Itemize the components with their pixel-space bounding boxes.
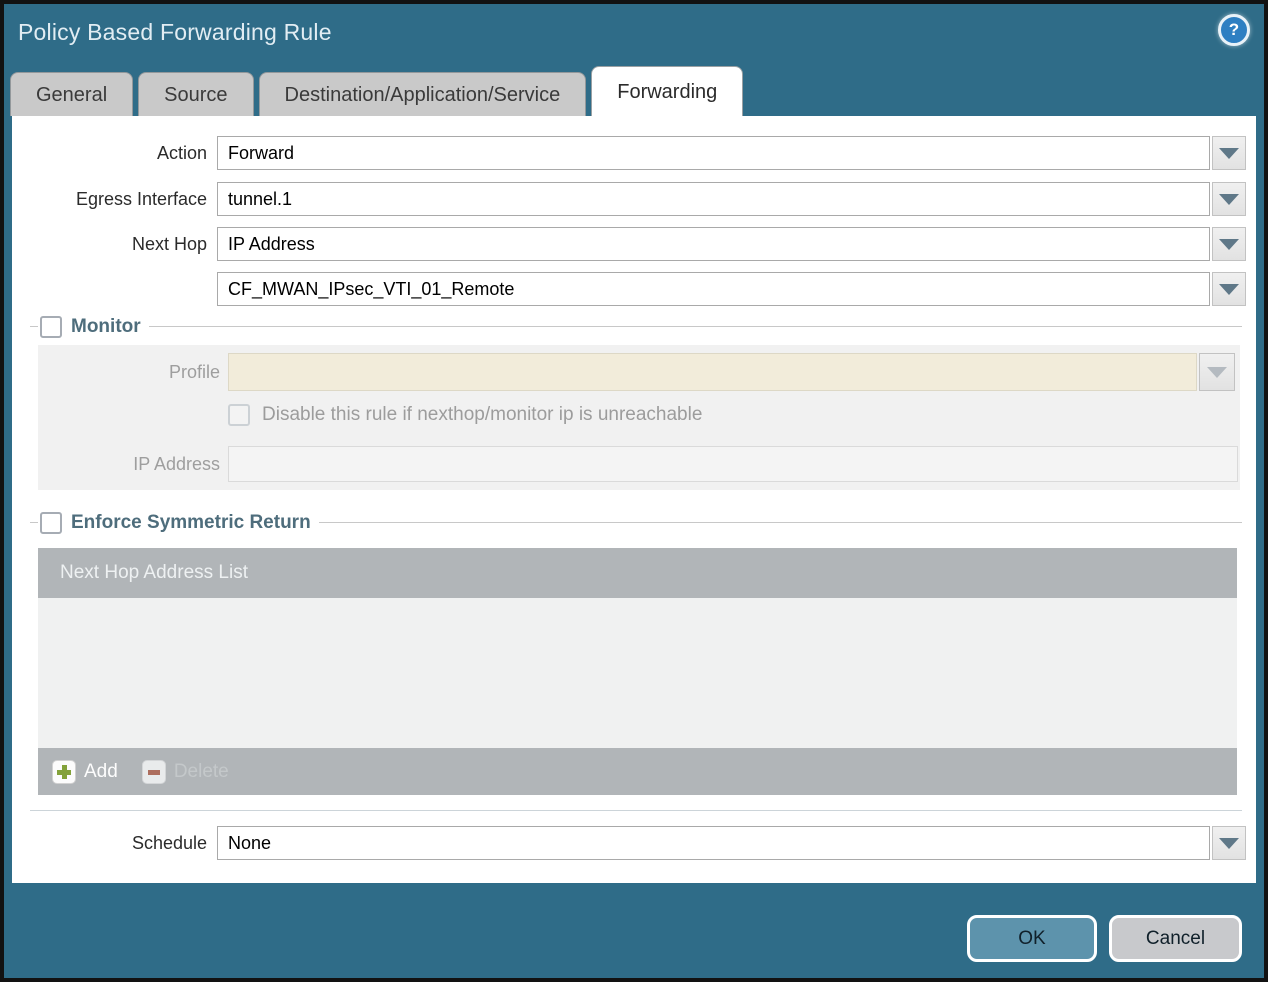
dialog-title: Policy Based Forwarding Rule [18,19,332,45]
monitor-ip-address-input [228,446,1238,482]
enforce-symmetric-return-title: Enforce Symmetric Return [71,512,311,533]
group-divider-line [30,326,1242,327]
profile-select [228,353,1197,391]
next-hop-address-list-table: Next Hop Address List Add Delete [38,548,1237,795]
schedule-row: Schedule None [12,826,1246,860]
profile-row: Profile [38,353,1240,391]
plus-icon [52,759,76,784]
dialog-footer: OK Cancel [967,915,1242,962]
egress-interface-row: Egress Interface tunnel.1 [12,182,1246,216]
enforce-symmetric-return-checkbox[interactable] [40,512,62,534]
next-hop-address-dropdown-button[interactable] [1212,272,1246,306]
chevron-down-icon [1219,837,1239,849]
egress-interface-dropdown-button[interactable] [1212,182,1246,216]
disable-rule-row: Disable this rule if nexthop/monitor ip … [38,403,1240,427]
enforce-symmetric-return-group: Enforce Symmetric Return [30,510,1242,536]
chevron-down-icon [1219,283,1239,295]
profile-label: Profile [168,361,220,382]
action-value: Forward [228,143,295,163]
chevron-down-icon [1219,147,1239,159]
action-select[interactable]: Forward [217,136,1210,170]
minus-icon [141,759,166,784]
ok-button[interactable]: OK [967,915,1097,962]
tab-forwarding[interactable]: Forwarding [591,66,744,116]
next-hop-address-list-header: Next Hop Address List [38,548,1237,598]
question-mark-glyph: ? [1228,20,1240,39]
next-hop-address-select[interactable]: CF_MWAN_IPsec_VTI_01_Remote [217,272,1210,306]
policy-based-forwarding-rule-dialog: Policy Based Forwarding Rule ? General S… [0,0,1268,982]
add-button[interactable]: Add [52,759,118,784]
monitor-group: Monitor [30,314,1242,340]
next-hop-address-value: CF_MWAN_IPsec_VTI_01_Remote [228,279,515,299]
egress-interface-label: Egress Interface [75,189,207,209]
action-label: Action [156,143,207,163]
monitor-group-title: Monitor [71,316,141,337]
next-hop-address-list-toolbar: Add Delete [38,748,1237,795]
enforce-symmetric-return-legend: Enforce Symmetric Return [38,510,319,536]
schedule-value: None [228,833,272,853]
next-hop-address-list-body[interactable] [38,598,1237,748]
monitor-panel: Profile Disable this rule if nexthop/mon… [38,345,1240,490]
next-hop-row: Next Hop IP Address [12,227,1246,261]
egress-interface-select[interactable]: tunnel.1 [217,182,1210,216]
disable-rule-checkbox [228,404,250,426]
add-button-label: Add [84,760,118,782]
next-hop-address-row: CF_MWAN_IPsec_VTI_01_Remote [12,272,1246,306]
chevron-down-icon [1207,366,1227,378]
action-row: Action Forward [12,136,1246,170]
cancel-button[interactable]: Cancel [1109,915,1242,962]
profile-dropdown-button [1199,353,1235,391]
action-dropdown-button[interactable] [1212,136,1246,170]
next-hop-type-value: IP Address [228,234,315,254]
delete-button-label: Delete [173,760,229,782]
tab-general[interactable]: General [10,72,134,116]
disable-rule-label: Disable this rule if nexthop/monitor ip … [262,404,703,425]
next-hop-type-select[interactable]: IP Address [217,227,1210,261]
help-icon[interactable]: ? [1218,14,1250,46]
chevron-down-icon [1219,238,1239,250]
delete-button: Delete [141,759,229,784]
chevron-down-icon [1219,193,1239,205]
schedule-dropdown-button[interactable] [1212,826,1246,860]
monitor-ip-address-label: IP Address [133,453,220,474]
monitor-group-legend: Monitor [38,314,149,340]
tab-source[interactable]: Source [138,72,254,116]
schedule-label: Schedule [131,833,207,853]
egress-interface-value: tunnel.1 [228,189,293,209]
schedule-select[interactable]: None [217,826,1210,860]
next-hop-label: Next Hop [131,234,207,254]
monitor-checkbox[interactable] [40,316,62,338]
next-hop-address-list-header-label: Next Hop Address List [60,562,248,583]
next-hop-dropdown-button[interactable] [1212,227,1246,261]
forwarding-tab-panel: Action Forward Egress Interface tunnel.1… [12,116,1256,883]
group-bottom-line [30,810,1242,811]
next-hop-address-label-spacer [12,272,217,306]
tab-destination-application-service[interactable]: Destination/Application/Service [258,72,587,116]
tab-bar: General Source Destination/Application/S… [10,66,744,116]
monitor-ip-address-row: IP Address [38,446,1240,482]
